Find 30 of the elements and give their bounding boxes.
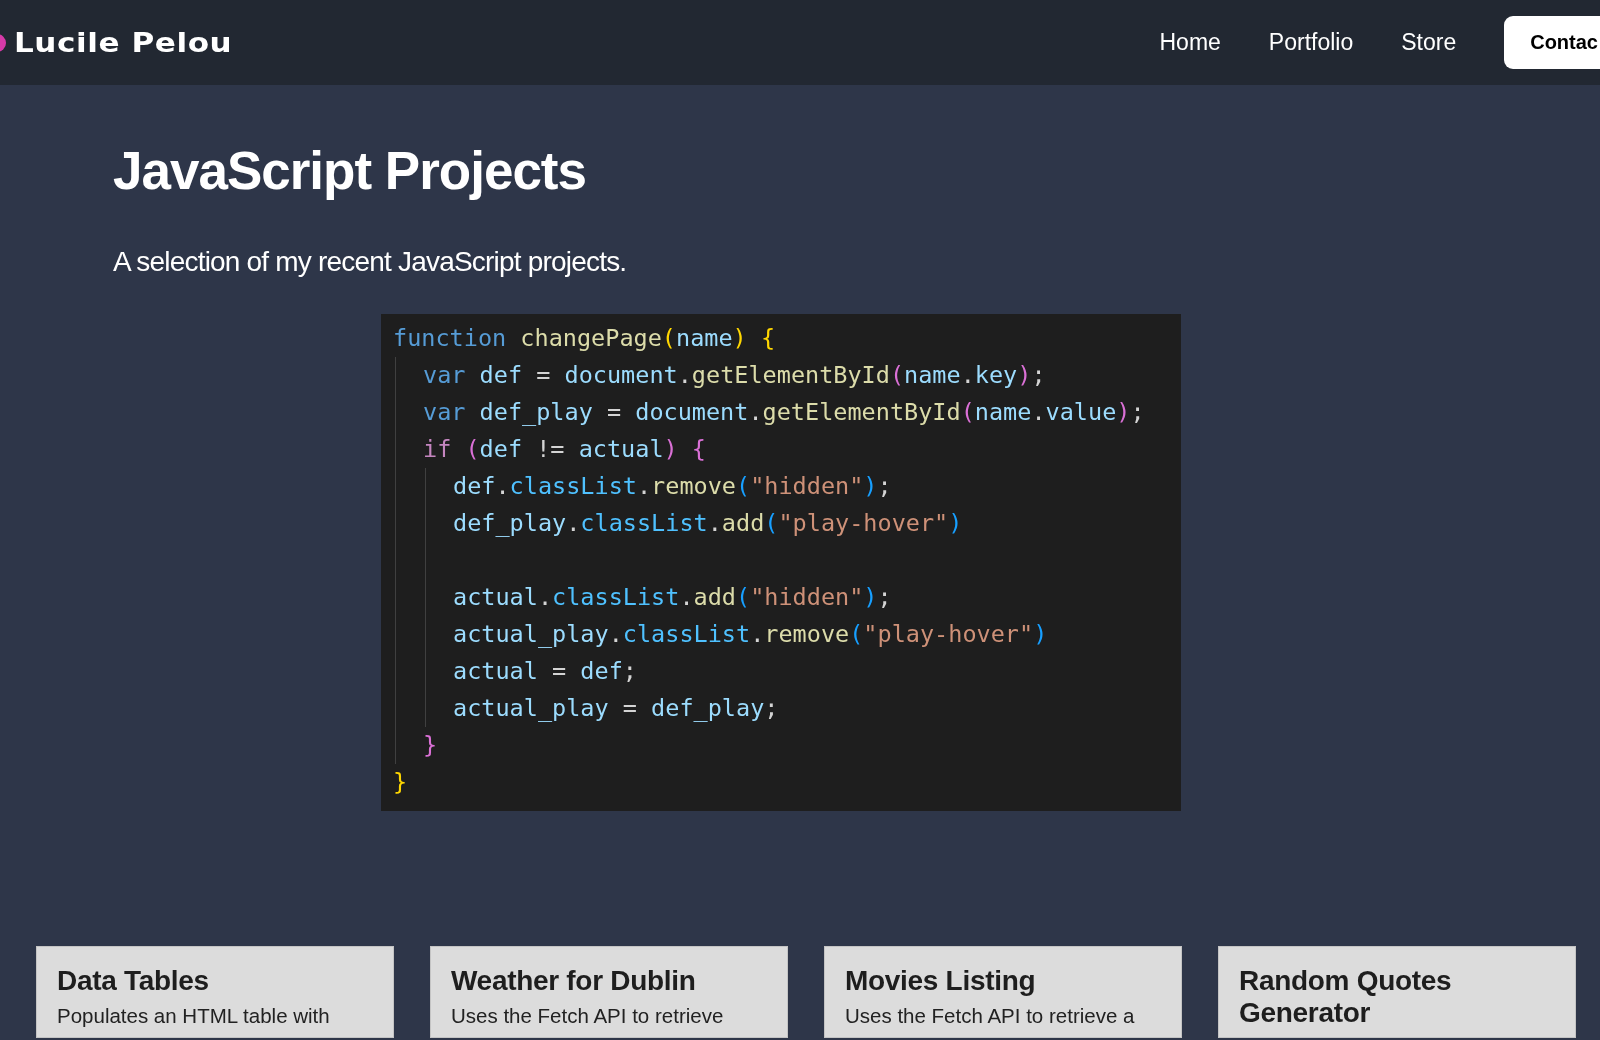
- page-subtitle: A selection of my recent JavaScript projects.: [113, 246, 628, 278]
- project-card[interactable]: Weather for Dublin Uses the Fetch API to retrieve: [430, 946, 788, 1038]
- card-title: Random Quotes Generator: [1239, 965, 1453, 1029]
- project-card[interactable]: Movies Listing Uses the Fetch API to retrieve a: [824, 946, 1182, 1038]
- code-line: actual_play = def_play;: [453, 693, 779, 724]
- project-card[interactable]: Random Quotes Generator: [1218, 946, 1576, 1038]
- project-card[interactable]: Data Tables Populates an HTML table with: [36, 946, 394, 1038]
- code-line: }: [423, 730, 438, 761]
- code-line: def_play.classList.add("play-hover"): [453, 508, 963, 539]
- nav-link[interactable]: Portfolio: [1268, 29, 1354, 56]
- site-logo[interactable]: Lucile Pelou: [14, 27, 233, 58]
- card-description: Populates an HTML table with: [57, 1003, 331, 1029]
- code-line: }: [393, 767, 408, 798]
- card-description: Uses the Fetch API to retrieve: [451, 1003, 725, 1029]
- code-line: var def_play = document.getElementById(name.value);: [423, 397, 1145, 428]
- code-line: def.classList.remove("hidden");: [453, 471, 892, 502]
- code-line: actual = def;: [453, 656, 637, 687]
- nav-link[interactable]: Store: [1401, 29, 1457, 56]
- code-line: function changePage(name) {: [393, 323, 776, 354]
- code-line: if (def != actual) {: [423, 434, 706, 465]
- code-line: actual_play.classList.remove("play-hover"): [453, 619, 1048, 650]
- card-title: Data Tables: [57, 965, 210, 997]
- contact-button[interactable]: Contac: [1504, 16, 1600, 69]
- nav-link[interactable]: Home: [1159, 29, 1221, 56]
- code-line: actual.classList.add("hidden");: [453, 582, 892, 613]
- card-description: Uses the Fetch API to retrieve a: [845, 1003, 1136, 1029]
- page-title: JavaScript Projects: [113, 140, 587, 202]
- card-title: Movies Listing: [845, 965, 1037, 997]
- code-line: var def = document.getElementById(name.key);: [423, 360, 1046, 391]
- card-title: Weather for Dublin: [451, 965, 697, 997]
